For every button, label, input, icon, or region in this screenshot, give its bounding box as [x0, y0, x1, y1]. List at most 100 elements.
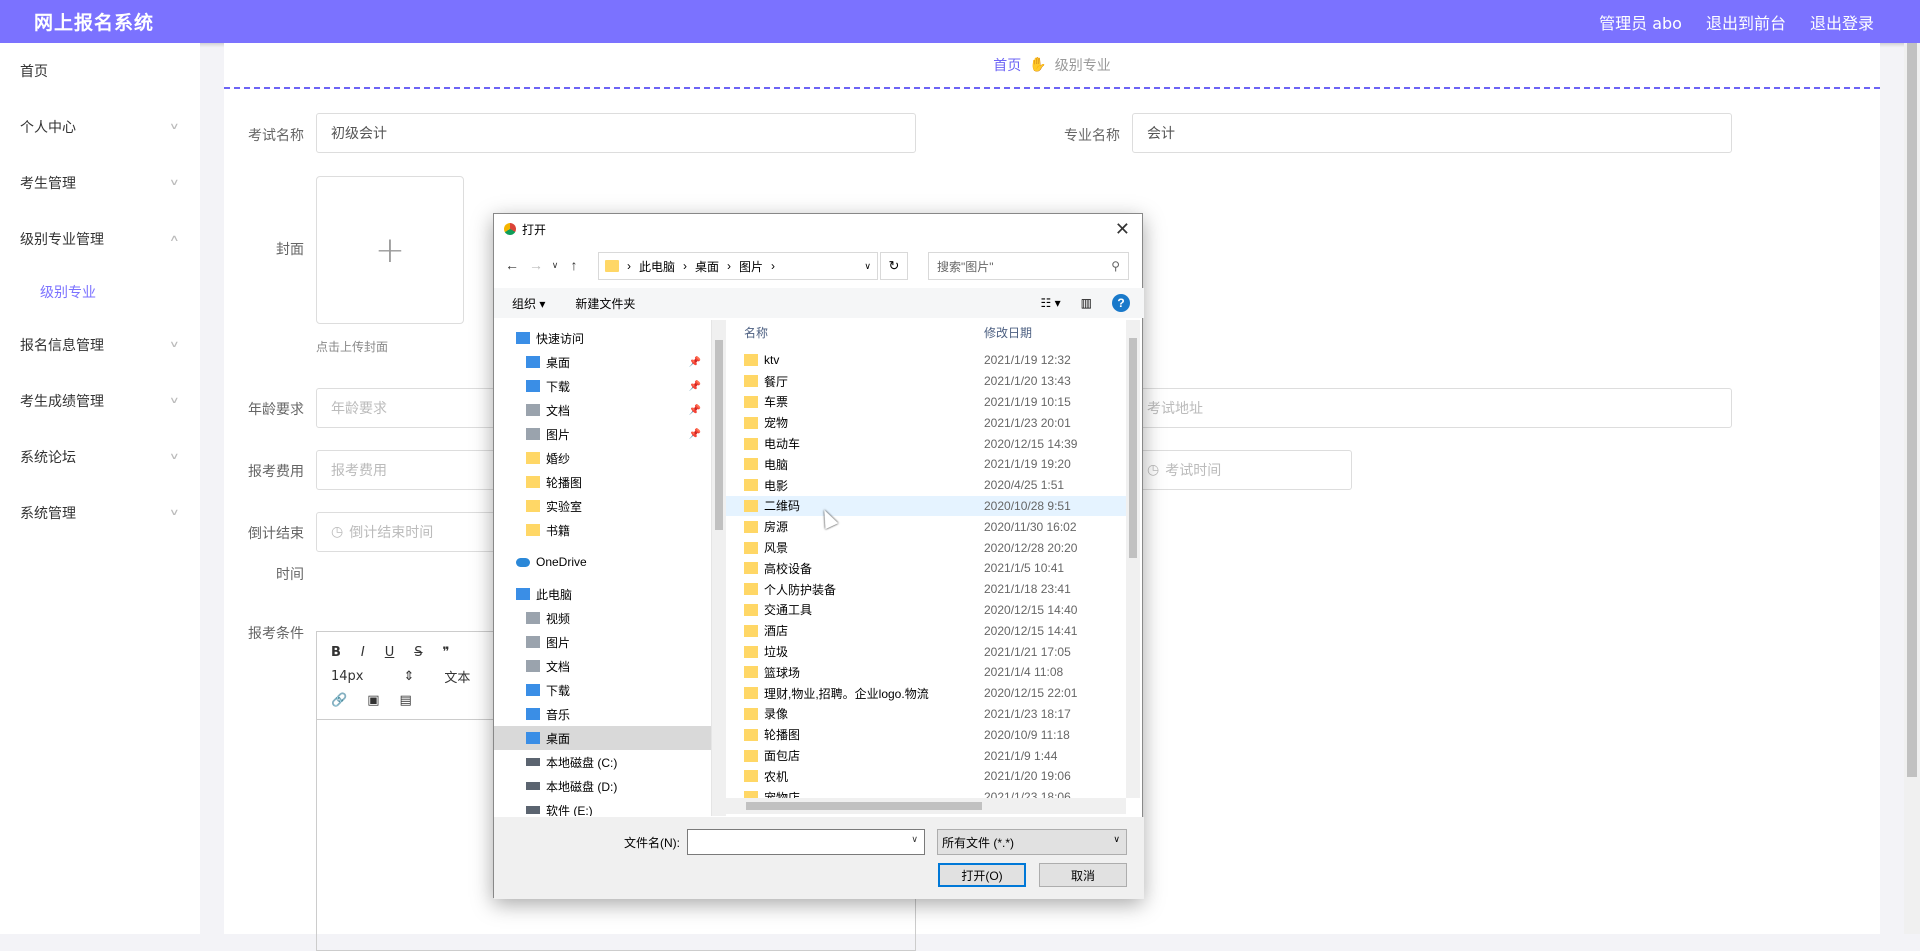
page-scrollbar[interactable]: [1904, 43, 1920, 934]
exit-to-frontend-link[interactable]: 退出到前台: [1706, 10, 1786, 34]
file-list-hscrollbar[interactable]: [726, 798, 1126, 814]
file-row[interactable]: 风景 2020/12/28 20:20: [726, 537, 1126, 558]
nav-item[interactable]: 书籍: [494, 518, 711, 542]
italic-icon[interactable]: I: [361, 645, 365, 660]
new-folder-button[interactable]: 新建文件夹: [575, 295, 635, 312]
nav-item[interactable]: 图片 📌: [494, 422, 711, 446]
pin-icon[interactable]: 📌: [689, 381, 701, 392]
open-button[interactable]: 打开(O): [938, 863, 1026, 887]
nav-item[interactable]: 视频: [494, 606, 711, 630]
chevron-down-icon[interactable]: ∨: [911, 834, 918, 845]
view-options-icon[interactable]: ☷ ▾: [1041, 296, 1061, 310]
file-row[interactable]: 篮球场 2021/1/4 11:08: [726, 662, 1126, 683]
back-icon[interactable]: ←: [500, 257, 524, 273]
underline-icon[interactable]: U: [385, 645, 395, 660]
sidebar-item-students[interactable]: 考生管理 ∨: [0, 155, 200, 211]
path-segment[interactable]: 此电脑: [639, 258, 675, 275]
quote-icon[interactable]: ❞: [443, 645, 450, 660]
exam-time-input[interactable]: ◷ 考试时间: [1132, 450, 1352, 490]
pin-icon[interactable]: 📌: [689, 357, 701, 368]
chevron-down-icon[interactable]: ∨: [864, 261, 871, 272]
file-row[interactable]: 农机 2021/1/20 19:06: [726, 766, 1126, 787]
refresh-icon[interactable]: ↻: [880, 252, 908, 280]
file-type-select[interactable]: 所有文件 (*.*) ∨: [937, 829, 1127, 855]
nav-item[interactable]: OneDrive: [494, 550, 711, 574]
nav-item[interactable]: 文档 📌: [494, 398, 711, 422]
file-row[interactable]: 电脑 2021/1/19 19:20: [726, 454, 1126, 475]
image-icon[interactable]: ▣: [367, 693, 379, 708]
link-icon[interactable]: 🔗: [331, 693, 347, 708]
help-icon[interactable]: ?: [1112, 294, 1130, 312]
nav-item[interactable]: 本地磁盘 (C:): [494, 750, 711, 774]
cover-upload-button[interactable]: +: [316, 176, 464, 324]
file-row[interactable]: 理财,物业,招聘。企业logo.物流 2020/12/15 22:01: [726, 683, 1126, 704]
sidebar-item-system[interactable]: 系统管理 ∨: [0, 485, 200, 541]
nav-item[interactable]: 下载: [494, 678, 711, 702]
filename-input[interactable]: ∨: [687, 829, 925, 855]
video-icon[interactable]: ▤: [399, 693, 411, 708]
file-row[interactable]: 酒店 2020/12/15 14:41: [726, 620, 1126, 641]
sidebar-subitem-level-major[interactable]: 级别专业: [0, 267, 200, 317]
admin-user-link[interactable]: 管理员 abo: [1599, 10, 1682, 34]
pin-icon[interactable]: 📌: [689, 429, 701, 440]
nav-scrollbar[interactable]: [712, 320, 726, 816]
file-row[interactable]: 录像 2021/1/23 18:17: [726, 704, 1126, 725]
column-name-header[interactable]: 名称: [726, 324, 984, 341]
file-row[interactable]: 垃圾 2021/1/21 17:05: [726, 641, 1126, 662]
nav-item[interactable]: 实验室: [494, 494, 711, 518]
file-row[interactable]: 二维码 2020/10/28 9:51: [726, 495, 1126, 517]
sidebar-item-level-major[interactable]: 级别专业管理 ∧: [0, 211, 200, 267]
recent-dropdown-icon[interactable]: ∨: [548, 260, 562, 271]
file-row[interactable]: 车票 2021/1/19 10:15: [726, 392, 1126, 413]
nav-item[interactable]: 此电脑: [494, 582, 711, 606]
file-row[interactable]: 餐厅 2021/1/20 13:43: [726, 371, 1126, 392]
path-segment[interactable]: 桌面: [695, 258, 719, 275]
nav-item[interactable]: 本地磁盘 (D:): [494, 774, 711, 798]
nav-item[interactable]: 婚纱: [494, 446, 711, 470]
sidebar-item-forum[interactable]: 系统论坛 ∨: [0, 429, 200, 485]
nav-item[interactable]: 桌面 📌: [494, 350, 711, 374]
nav-item[interactable]: 文档: [494, 654, 711, 678]
breadcrumb-home[interactable]: 首页: [993, 55, 1021, 75]
up-icon[interactable]: ↑: [562, 257, 586, 273]
search-input[interactable]: 搜索"图片" ⚲: [928, 252, 1129, 280]
file-row[interactable]: 个人防护装备 2021/1/18 23:41: [726, 579, 1126, 600]
column-date-header[interactable]: 修改日期: [984, 324, 1032, 341]
file-row[interactable]: 房源 2020/11/30 16:02: [726, 516, 1126, 537]
file-row[interactable]: ktv 2021/1/19 12:32: [726, 350, 1126, 371]
logout-link[interactable]: 退出登录: [1810, 10, 1874, 34]
bold-icon[interactable]: B: [331, 645, 341, 660]
nav-item[interactable]: 桌面: [494, 726, 711, 750]
file-list-vscrollbar[interactable]: [1126, 320, 1140, 798]
sidebar-item-registration[interactable]: 报名信息管理 ∨: [0, 317, 200, 373]
file-row[interactable]: 宠物 2021/1/23 20:01: [726, 412, 1126, 433]
file-row[interactable]: 高校设备 2021/1/5 10:41: [726, 558, 1126, 579]
forward-icon[interactable]: →: [524, 257, 548, 273]
path-breadcrumb[interactable]: › 此电脑 › 桌面 › 图片 › ∨: [598, 252, 878, 280]
preview-pane-icon[interactable]: ▥: [1081, 296, 1092, 310]
file-row[interactable]: 交通工具 2020/12/15 14:40: [726, 600, 1126, 621]
font-size-select[interactable]: 14px: [331, 669, 364, 684]
sidebar-item-personal[interactable]: 个人中心 ∨: [0, 99, 200, 155]
cancel-button[interactable]: 取消: [1039, 863, 1127, 887]
nav-item[interactable]: 音乐: [494, 702, 711, 726]
close-icon[interactable]: ✕: [1115, 219, 1130, 240]
nav-item[interactable]: 软件 (E:): [494, 798, 711, 816]
sidebar-item-home[interactable]: 首页: [0, 43, 200, 99]
exam-address-input[interactable]: 考试地址: [1132, 388, 1732, 428]
file-row[interactable]: 电影 2020/4/25 1:51: [726, 475, 1126, 496]
nav-item[interactable]: 图片: [494, 630, 711, 654]
sidebar-item-scores[interactable]: 考生成绩管理 ∨: [0, 373, 200, 429]
organize-button[interactable]: 组织 ▾: [512, 295, 545, 312]
nav-item[interactable]: 快速访问: [494, 326, 711, 350]
pin-icon[interactable]: 📌: [689, 405, 701, 416]
file-row[interactable]: 轮播图 2020/10/9 11:18: [726, 724, 1126, 745]
nav-item[interactable]: 下载 📌: [494, 374, 711, 398]
strike-icon[interactable]: S: [414, 645, 422, 660]
major-input[interactable]: 会计: [1132, 113, 1732, 153]
file-row[interactable]: 面包店 2021/1/9 1:44: [726, 745, 1126, 766]
file-row[interactable]: 电动车 2020/12/15 14:39: [726, 433, 1126, 454]
exam-name-input[interactable]: 初级会计: [316, 113, 916, 153]
path-segment[interactable]: 图片: [739, 258, 763, 275]
nav-item[interactable]: 轮播图: [494, 470, 711, 494]
